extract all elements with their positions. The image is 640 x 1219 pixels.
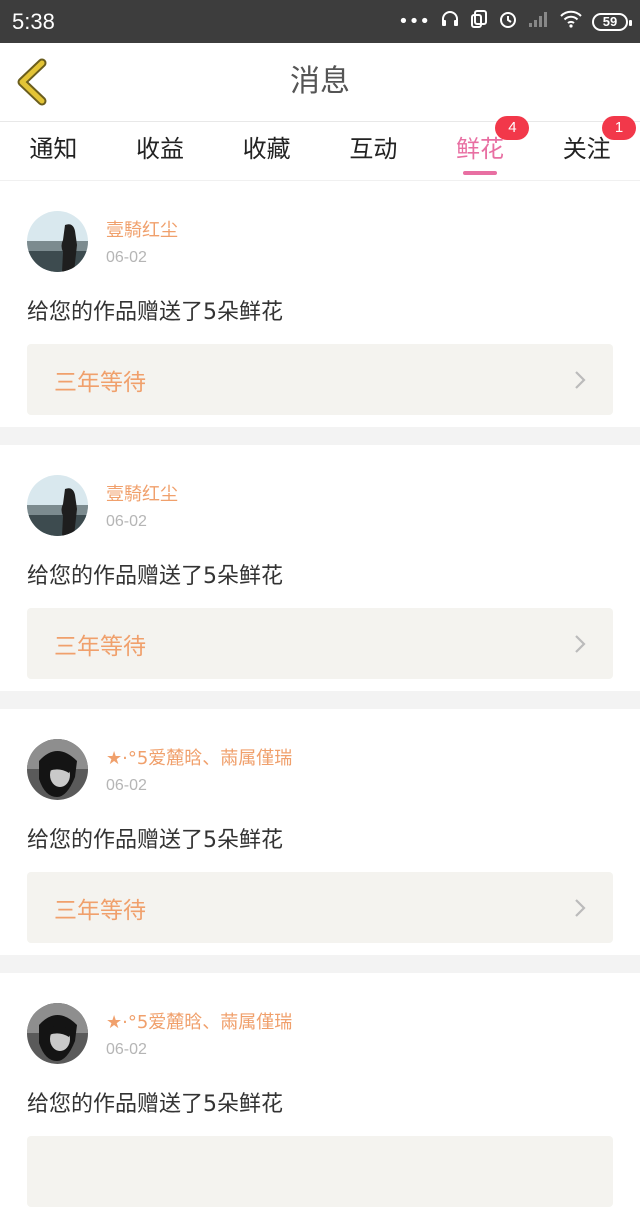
app-header: 消息 [0, 43, 640, 122]
battery-icon: 59 [592, 12, 632, 31]
sender-name[interactable]: 壹騎红尘 [106, 480, 178, 506]
work-title: 三年等待 [54, 633, 146, 660]
message-date: 06-02 [106, 249, 147, 266]
wifi-icon [560, 10, 582, 33]
chevron-right-icon [575, 898, 586, 917]
active-tab-indicator [463, 171, 498, 175]
sender-name[interactable]: ★·°5爱麓晗、䓣属僅瑞 [106, 744, 292, 770]
tab-bar: 通知 收益 收藏 互动 鲜花 4 关注 1 [0, 116, 640, 181]
divider [0, 955, 640, 973]
message-text: 给您的作品赠送了5朵鲜花 [27, 300, 283, 325]
copy-icon [470, 9, 488, 34]
tab-label: 互动 [349, 135, 398, 163]
status-bar: 5:38 ••• 59 [0, 0, 640, 43]
message-card: 壹騎红尘 06-02 给您的作品赠送了5朵鲜花 三年等待 [0, 181, 640, 427]
message-date: 06-02 [106, 513, 147, 530]
avatar[interactable] [27, 739, 88, 800]
sender-name[interactable]: ★·°5爱麓晗、䓣属僅瑞 [106, 1008, 292, 1034]
message-text: 给您的作品赠送了5朵鲜花 [27, 1092, 283, 1117]
status-icons: ••• 59 [398, 9, 632, 34]
sender-name[interactable]: 壹騎红尘 [106, 216, 178, 242]
message-date: 06-02 [106, 777, 147, 794]
message-card: 壹騎红尘 06-02 给您的作品赠送了5朵鲜花 三年等待 [0, 445, 640, 691]
tab-label: 关注 [562, 135, 611, 163]
work-title: 三年等待 [54, 897, 146, 924]
avatar[interactable] [27, 475, 88, 536]
chevron-right-icon [575, 370, 586, 389]
signal-icon [528, 10, 550, 33]
avatar[interactable] [27, 1003, 88, 1064]
headset-icon [440, 9, 460, 34]
more-dots-icon: ••• [398, 11, 430, 32]
page-title: 消息 [290, 64, 350, 99]
alarm-icon [498, 9, 518, 34]
divider [0, 427, 640, 445]
message-date: 06-02 [106, 1041, 147, 1058]
chevron-right-icon [575, 634, 586, 653]
tab-label: 收益 [136, 135, 184, 163]
message-text: 给您的作品赠送了5朵鲜花 [27, 828, 283, 853]
tab-earnings[interactable]: 收益 [107, 122, 214, 180]
work-link[interactable]: 三年等待 [27, 872, 613, 943]
work-title: 三年等待 [54, 369, 146, 396]
work-link[interactable]: 三年等待 [27, 608, 613, 679]
status-time: 5:38 [12, 8, 55, 34]
message-card: ★·°5爱麓晗、䓣属僅瑞 06-02 给您的作品赠送了5朵鲜花 [0, 973, 640, 1219]
divider [0, 691, 640, 709]
tab-favorites[interactable]: 收藏 [213, 122, 320, 180]
tab-interactions[interactable]: 互动 [320, 122, 427, 180]
tab-label: 收藏 [242, 135, 291, 163]
tab-label: 通知 [29, 135, 78, 163]
tab-flowers[interactable]: 鲜花 4 [427, 116, 534, 180]
tab-follows[interactable]: 关注 1 [533, 116, 640, 180]
unread-badge: 1 [602, 116, 637, 140]
message-text: 给您的作品赠送了5朵鲜花 [27, 564, 283, 589]
tab-label: 鲜花 [456, 135, 505, 163]
unread-badge: 4 [495, 116, 530, 140]
work-link[interactable] [27, 1136, 613, 1207]
message-card: ★·°5爱麓晗、䓣属僅瑞 06-02 给您的作品赠送了5朵鲜花 三年等待 [0, 709, 640, 955]
tab-notifications[interactable]: 通知 [0, 122, 107, 180]
work-link[interactable]: 三年等待 [27, 344, 613, 415]
avatar[interactable] [27, 211, 88, 272]
